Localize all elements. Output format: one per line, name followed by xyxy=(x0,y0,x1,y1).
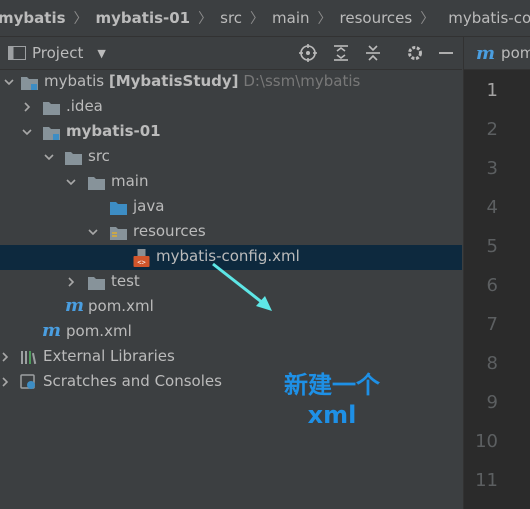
annotation-line-2: xml xyxy=(307,401,357,429)
annotation-line-1: 新建一个 xyxy=(284,371,380,399)
annotation-arrow xyxy=(212,262,272,311)
annotation-text: 新建一个 xml xyxy=(270,370,394,430)
